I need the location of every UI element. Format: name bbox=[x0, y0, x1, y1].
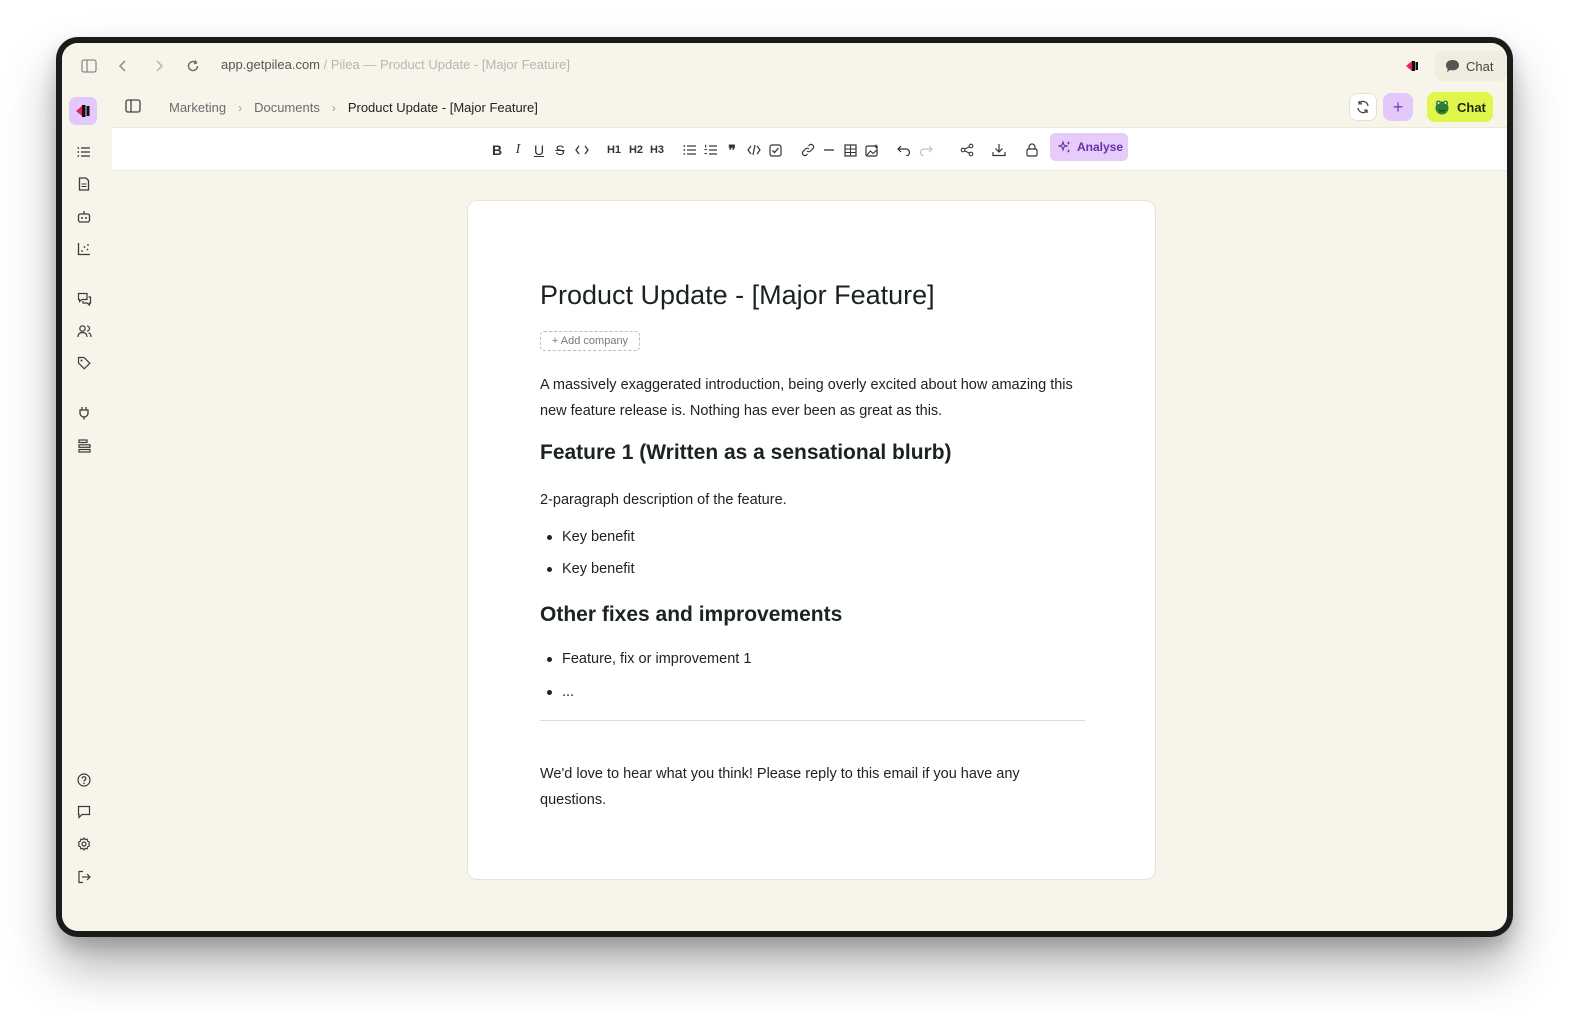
list-item-text: Key benefit bbox=[562, 561, 635, 577]
browser-bar: app.getpilea.com / Pilea — Product Updat… bbox=[62, 43, 1507, 89]
link-icon[interactable] bbox=[799, 141, 817, 159]
download-icon[interactable] bbox=[990, 141, 1008, 159]
horizontal-rule-icon[interactable] bbox=[820, 141, 838, 159]
italic-icon[interactable]: I bbox=[509, 141, 527, 159]
speech-bubble-icon bbox=[1446, 60, 1459, 72]
numbered-list-icon[interactable] bbox=[702, 141, 720, 159]
left-rail bbox=[62, 89, 112, 931]
editor-toolbar: B I U S H1 H2 H3 ❞ Analyse bbox=[112, 127, 1507, 171]
feature-description[interactable]: 2-paragraph description of the feature. bbox=[540, 487, 1100, 513]
document-title[interactable]: Product Update - [Major Feature] bbox=[540, 280, 935, 311]
breadcrumb-documents[interactable]: Documents bbox=[254, 100, 320, 115]
lock-icon[interactable] bbox=[1023, 141, 1041, 159]
image-icon[interactable] bbox=[863, 141, 881, 159]
back-icon[interactable] bbox=[113, 56, 133, 76]
list-item[interactable]: Key benefit bbox=[540, 561, 635, 577]
app-header: Marketing › Documents › Product Update -… bbox=[112, 89, 1507, 127]
conversations-icon[interactable] bbox=[75, 290, 93, 308]
strikethrough-icon[interactable]: S bbox=[551, 141, 569, 159]
list-item[interactable]: Key benefit bbox=[540, 529, 635, 545]
browser-sidebar-icon[interactable] bbox=[79, 56, 99, 76]
quote-icon[interactable]: ❞ bbox=[723, 141, 741, 159]
chevron-right-icon: › bbox=[238, 100, 243, 115]
app-window: app.getpilea.com / Pilea — Product Updat… bbox=[56, 37, 1513, 937]
extension-icon[interactable] bbox=[1403, 57, 1421, 75]
bullet-dot bbox=[547, 566, 552, 572]
feedback-icon[interactable] bbox=[75, 803, 93, 821]
breadcrumb: Marketing › Documents › Product Update -… bbox=[169, 100, 538, 115]
forward-icon[interactable] bbox=[149, 56, 169, 76]
sparkles-icon bbox=[1058, 140, 1071, 153]
list-item-text: ... bbox=[562, 684, 575, 700]
refresh-button[interactable] bbox=[1349, 93, 1377, 121]
other-fixes-heading[interactable]: Other fixes and improvements bbox=[540, 603, 842, 627]
feature-heading[interactable]: Feature 1 (Written as a sensational blur… bbox=[540, 441, 952, 465]
bot-icon[interactable] bbox=[75, 207, 93, 225]
closing-paragraph[interactable]: We'd love to hear what you think! Please… bbox=[540, 761, 1040, 813]
undo-icon[interactable] bbox=[895, 141, 913, 159]
list-icon[interactable] bbox=[75, 143, 93, 161]
list-item-text: Key benefit bbox=[562, 529, 635, 545]
table-icon[interactable] bbox=[841, 141, 859, 159]
bullet-dot bbox=[547, 534, 552, 540]
code-block-icon[interactable] bbox=[745, 141, 763, 159]
list-item-text: Feature, fix or improvement 1 bbox=[562, 651, 752, 667]
frog-mascot-icon bbox=[1435, 100, 1449, 115]
h1-label: H1 bbox=[606, 143, 622, 156]
h2-label: H2 bbox=[628, 143, 644, 156]
analyse-label: Analyse bbox=[1077, 140, 1124, 154]
chevron-right-icon: › bbox=[331, 100, 336, 115]
heading-3-icon[interactable]: H3 bbox=[648, 141, 666, 159]
checkbox-icon[interactable] bbox=[766, 141, 784, 159]
breadcrumb-marketing[interactable]: Marketing bbox=[169, 100, 226, 115]
chat-button[interactable]: Chat bbox=[1427, 92, 1493, 122]
settings-gear-icon[interactable] bbox=[75, 835, 93, 853]
bullet-dot bbox=[547, 656, 552, 662]
list-item[interactable]: ... bbox=[540, 684, 574, 700]
underline-icon[interactable]: U bbox=[530, 141, 548, 159]
redo-icon[interactable] bbox=[917, 141, 935, 159]
chat-button-label: Chat bbox=[1457, 99, 1486, 115]
help-icon[interactable] bbox=[75, 771, 93, 789]
add-button[interactable]: + bbox=[1383, 93, 1413, 121]
sidebar-toggle-icon[interactable] bbox=[125, 99, 143, 117]
divider bbox=[540, 720, 1085, 721]
breadcrumb-current: Product Update - [Major Feature] bbox=[347, 100, 538, 115]
stack-icon[interactable] bbox=[75, 437, 93, 455]
url-page-title: Pilea — Product Update - [Major Feature] bbox=[330, 57, 571, 72]
bold-icon[interactable]: B bbox=[488, 141, 506, 159]
url-separator: / bbox=[320, 57, 331, 72]
url-domain: app.getpilea.com bbox=[221, 57, 321, 72]
plus-icon: + bbox=[1392, 97, 1404, 117]
app-logo[interactable] bbox=[69, 97, 97, 125]
tag-icon[interactable] bbox=[75, 354, 93, 372]
chart-icon[interactable] bbox=[75, 240, 93, 258]
add-company-button[interactable]: + Add company bbox=[540, 331, 640, 351]
users-icon[interactable] bbox=[75, 322, 93, 340]
browser-chat-label: Chat bbox=[1466, 58, 1494, 74]
heading-2-icon[interactable]: H2 bbox=[627, 141, 645, 159]
document-page[interactable]: Product Update - [Major Feature] + Add c… bbox=[467, 200, 1156, 880]
reload-icon[interactable] bbox=[183, 56, 203, 76]
heading-1-icon[interactable]: H1 bbox=[605, 141, 623, 159]
refresh-icon bbox=[1357, 100, 1369, 114]
inline-code-icon[interactable] bbox=[573, 141, 591, 159]
share-icon[interactable] bbox=[958, 141, 976, 159]
screen: app.getpilea.com / Pilea — Product Updat… bbox=[62, 43, 1507, 931]
bullet-list-icon[interactable] bbox=[681, 141, 699, 159]
pilea-logo-icon bbox=[76, 105, 90, 117]
browser-chat-button[interactable]: Chat bbox=[1435, 51, 1507, 81]
plug-icon[interactable] bbox=[75, 404, 93, 422]
list-item[interactable]: Feature, fix or improvement 1 bbox=[540, 651, 751, 667]
analyse-button[interactable]: Analyse bbox=[1050, 133, 1128, 161]
logout-icon[interactable] bbox=[75, 868, 93, 886]
bullet-dot bbox=[547, 689, 552, 695]
document-icon[interactable] bbox=[75, 175, 93, 193]
intro-paragraph[interactable]: A massively exaggerated introduction, be… bbox=[540, 372, 1100, 424]
address-bar[interactable]: app.getpilea.com / Pilea — Product Updat… bbox=[221, 57, 570, 72]
h3-label: H3 bbox=[649, 143, 665, 156]
